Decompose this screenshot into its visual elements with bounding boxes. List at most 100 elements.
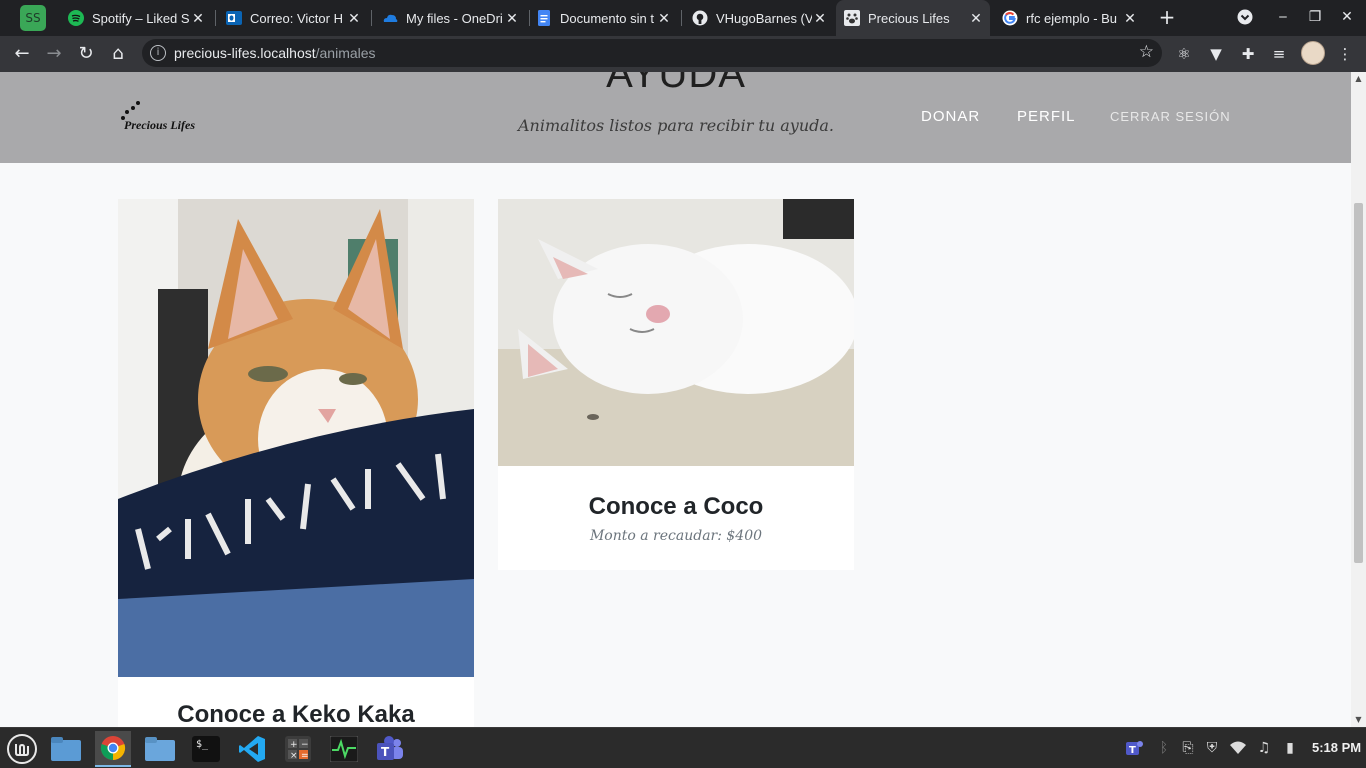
animal-card-amount: Monto a recaudar: $400 xyxy=(589,528,763,544)
reload-icon[interactable]: ↻ xyxy=(74,42,98,66)
back-icon[interactable]: ← xyxy=(10,42,34,66)
vscode-icon[interactable] xyxy=(234,731,270,767)
paw-print xyxy=(136,101,140,105)
animal-card[interactable]: Conoce a Keko Kaka xyxy=(118,199,474,727)
animal-card-title[interactable]: Conoce a Coco xyxy=(498,493,854,521)
page-scrollbar[interactable]: ▲ ▼ xyxy=(1351,72,1366,727)
tab-precious-lifes[interactable]: Precious Lifes ✕ xyxy=(836,0,990,36)
svg-text:−: − xyxy=(301,740,309,750)
animal-photo-orange-cat[interactable] xyxy=(118,199,474,677)
close-tab-icon[interactable]: ✕ xyxy=(190,10,206,27)
tab-spotify[interactable]: Spotify – Liked S ✕ xyxy=(60,0,212,36)
tab-title: rfc ejemplo - Bu xyxy=(1026,10,1118,26)
animal-card[interactable]: Conoce a Coco Monto a recaudar: $400 xyxy=(498,199,854,570)
home-icon[interactable]: ⌂ xyxy=(106,42,130,66)
onedrive-icon xyxy=(382,10,398,26)
vue-devtools-icon[interactable]: ▼ xyxy=(1204,42,1228,66)
github-icon xyxy=(692,10,708,26)
page-viewport: Precious Lifes AYUDA Animalitos listos p… xyxy=(0,72,1351,727)
os-taskbar: $_ + − × = T T ᛒ ⎘ ⛨ ♫ ▮ 5:18 PM xyxy=(0,727,1366,768)
svg-text:T: T xyxy=(1129,745,1136,756)
nav-logout-link[interactable]: CERRAR SESIÓN xyxy=(1110,109,1231,124)
tab-title: Spotify – Liked S xyxy=(92,10,190,26)
tab-github[interactable]: VHugoBarnes (V ✕ xyxy=(684,0,834,36)
teams-icon[interactable]: T xyxy=(372,731,408,767)
react-devtools-icon[interactable]: ⚛ xyxy=(1172,42,1196,66)
taskbar-clock[interactable]: 5:18 PM xyxy=(1312,740,1361,755)
clipboard-icon[interactable]: ⎘ xyxy=(1178,737,1198,759)
svg-text:×: × xyxy=(290,751,298,761)
mint-menu-icon[interactable] xyxy=(4,731,40,767)
tab-divider xyxy=(215,10,216,26)
nav-profile-link[interactable]: PERFIL xyxy=(1017,108,1076,125)
tab-search-icon[interactable] xyxy=(1234,6,1256,28)
system-monitor-icon[interactable] xyxy=(326,731,362,767)
scroll-thumb[interactable] xyxy=(1354,203,1363,563)
site-header: Precious Lifes AYUDA Animalitos listos p… xyxy=(0,72,1351,163)
bluetooth-icon[interactable]: ᛒ xyxy=(1154,737,1174,759)
wifi-icon[interactable] xyxy=(1228,737,1248,759)
close-tab-icon[interactable]: ✕ xyxy=(1122,10,1138,27)
profile-badge[interactable]: SS xyxy=(20,5,46,31)
scroll-down-arrow-icon[interactable]: ▼ xyxy=(1351,713,1366,727)
tab-outlook[interactable]: Correo: Victor H ✕ xyxy=(218,0,368,36)
terminal-icon[interactable]: $_ xyxy=(188,731,224,767)
page-title: AYUDA xyxy=(606,72,746,96)
brand-name: Precious Lifes xyxy=(124,118,195,132)
paw-print xyxy=(131,106,135,110)
minimize-icon[interactable]: ‒ xyxy=(1272,6,1294,28)
animal-card-title[interactable]: Conoce a Keko Kaka xyxy=(118,701,474,727)
spotify-icon xyxy=(68,10,84,26)
extensions-puzzle-icon[interactable]: ✚ xyxy=(1236,42,1260,66)
animal-photo-white-cat[interactable] xyxy=(498,199,854,466)
restore-icon[interactable]: ❐ xyxy=(1304,6,1326,28)
menu-kebab-icon[interactable]: ⋮ xyxy=(1333,42,1357,66)
close-tab-icon[interactable]: ✕ xyxy=(656,10,672,27)
site-info-icon[interactable]: i xyxy=(150,45,166,61)
page-subtitle: Animalitos listos para recibir tu ayuda. xyxy=(518,116,834,135)
url-text: precious-lifes.localhost/animales xyxy=(174,45,376,61)
brand-logo[interactable]: Precious Lifes xyxy=(118,100,208,136)
tab-google-search[interactable]: rfc ejemplo - Bu ✕ xyxy=(994,0,1144,36)
svg-text:+: + xyxy=(290,740,298,750)
media-queue-icon[interactable]: ≡ xyxy=(1267,42,1291,66)
forward-icon[interactable]: → xyxy=(42,42,66,66)
nav-donate-link[interactable]: DONAR xyxy=(921,108,980,125)
tab-divider xyxy=(681,10,682,26)
calculator-icon[interactable]: + − × = xyxy=(280,731,316,767)
tab-title: VHugoBarnes (V xyxy=(716,10,812,26)
sound-icon[interactable]: ♫ xyxy=(1254,737,1274,759)
update-shield-icon[interactable]: ⛨ xyxy=(1202,737,1222,759)
url-host: precious-lifes.localhost xyxy=(174,45,316,61)
bookmark-star-icon[interactable]: ☆ xyxy=(1139,42,1154,62)
google-icon xyxy=(1002,10,1018,26)
profile-avatar[interactable] xyxy=(1301,41,1325,65)
close-tab-icon[interactable]: ✕ xyxy=(968,10,984,27)
url-path: /animales xyxy=(315,45,376,61)
chrome-icon[interactable] xyxy=(95,731,131,767)
close-tab-icon[interactable]: ✕ xyxy=(812,10,828,27)
battery-icon[interactable]: ▮ xyxy=(1280,737,1300,759)
tab-onedrive[interactable]: My files - OneDri ✕ xyxy=(374,0,526,36)
files-icon[interactable] xyxy=(48,731,84,767)
tab-docs[interactable]: Documento sin t ✕ xyxy=(528,0,678,36)
paw-icon xyxy=(844,10,860,26)
svg-text:T: T xyxy=(381,745,390,759)
new-tab-button[interactable]: + xyxy=(1157,6,1177,30)
teams-tray-icon[interactable]: T xyxy=(1124,737,1144,759)
tab-divider xyxy=(371,10,372,26)
svg-text:$_: $_ xyxy=(196,739,209,750)
close-tab-icon[interactable]: ✕ xyxy=(346,10,362,27)
tab-strip: SS Spotify – Liked S ✕ Correo: Victor H … xyxy=(0,0,1366,36)
tab-title: My files - OneDri xyxy=(406,10,503,26)
close-window-icon[interactable]: ✕ xyxy=(1336,6,1358,28)
scroll-up-arrow-icon[interactable]: ▲ xyxy=(1351,72,1366,86)
close-tab-icon[interactable]: ✕ xyxy=(504,10,520,27)
folder-icon[interactable] xyxy=(142,731,178,767)
address-bar[interactable]: i precious-lifes.localhost/animales ☆ xyxy=(142,39,1162,67)
svg-text:=: = xyxy=(301,751,309,761)
paw-print xyxy=(125,110,129,114)
tab-title: Correo: Victor H xyxy=(250,10,343,26)
outlook-icon xyxy=(226,10,242,26)
tab-title: Precious Lifes xyxy=(868,10,950,26)
